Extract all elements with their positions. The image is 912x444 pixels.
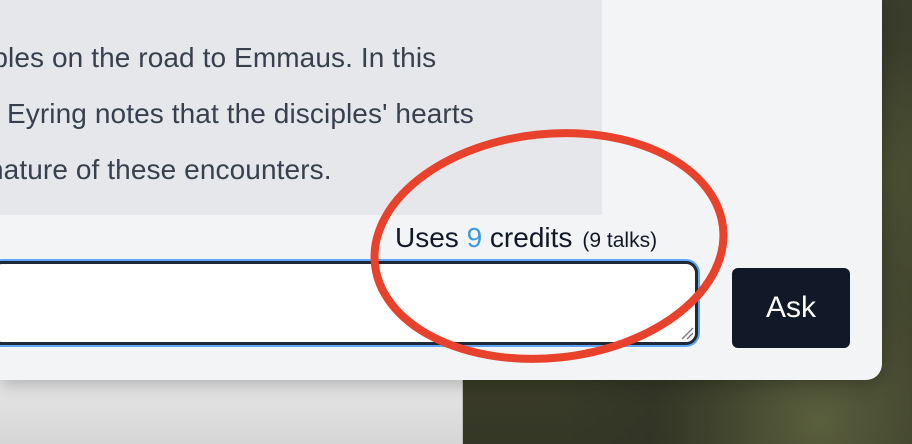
textarea-resize-icon[interactable] <box>680 326 694 340</box>
credits-suffix: credits <box>482 222 573 253</box>
answer-box: iples on the road to Emmaus. In this Eyr… <box>0 0 602 215</box>
answer-line: Eyring notes that the disciples' hearts <box>7 98 474 129</box>
talks-count: (9 talks) <box>582 229 658 252</box>
answer-line: nature of these encounters. <box>0 154 332 185</box>
credits-info: Uses 9 credits (9 talks) <box>395 222 657 254</box>
answer-line: iples on the road to Emmaus. In this <box>0 42 437 73</box>
question-input[interactable] <box>0 261 698 345</box>
background-card <box>0 370 463 444</box>
credits-count: 9 <box>466 222 483 253</box>
ask-panel: iples on the road to Emmaus. In this Eyr… <box>0 0 882 380</box>
credits-prefix: Uses <box>395 222 467 253</box>
ask-button[interactable]: Ask <box>732 268 850 348</box>
